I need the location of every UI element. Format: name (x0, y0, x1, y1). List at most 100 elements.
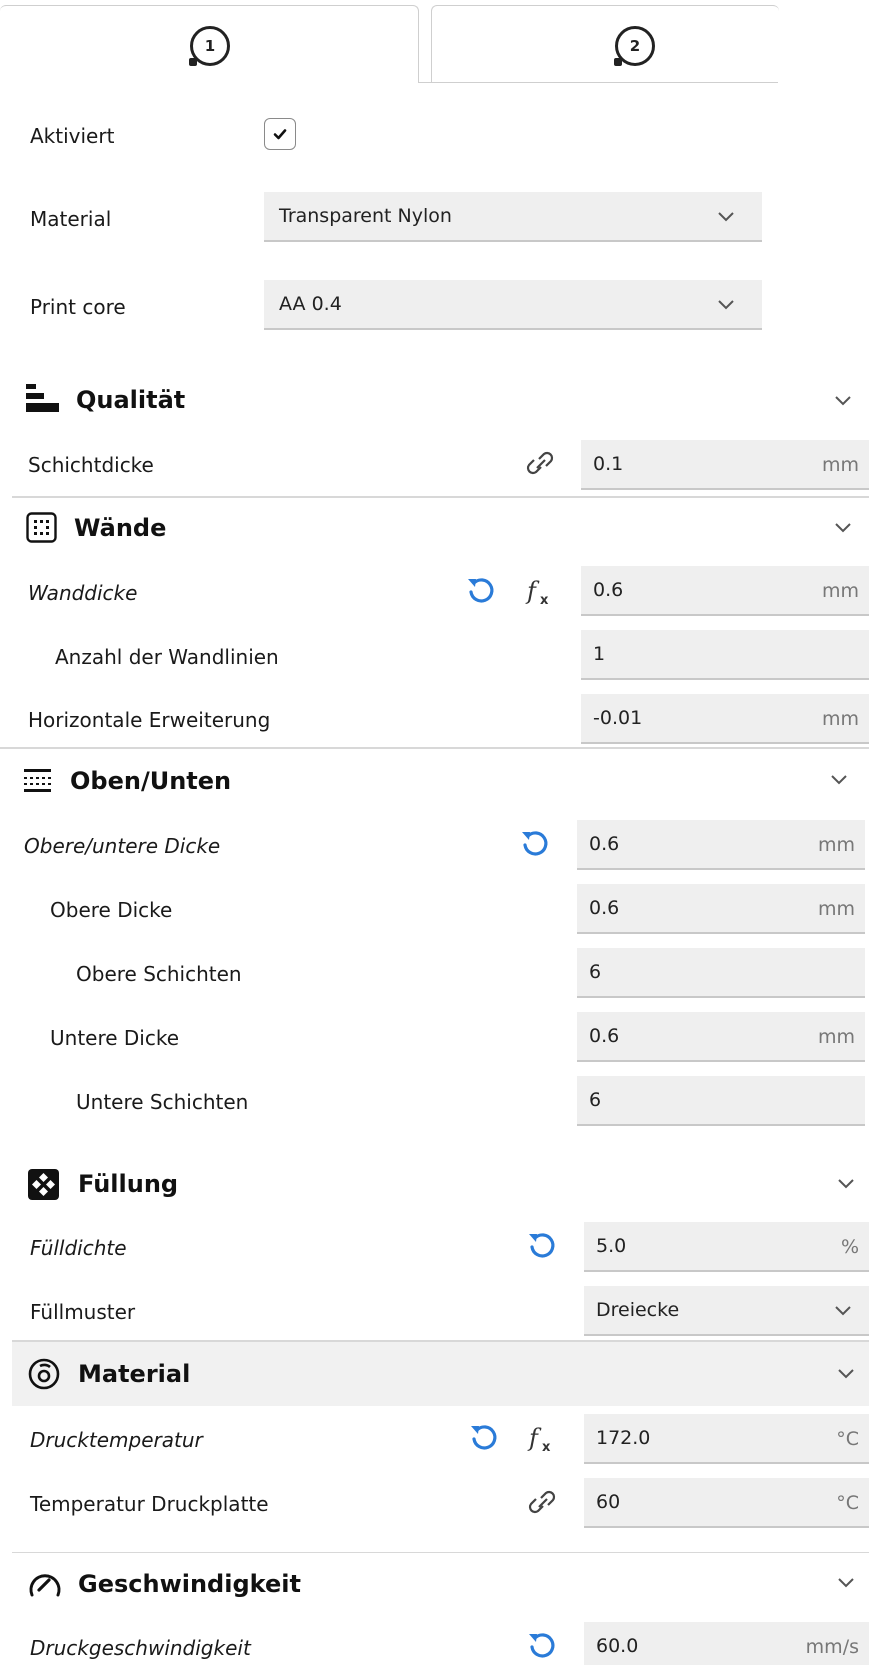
print-temp-unit: °C (836, 1428, 859, 1450)
bed-temp-value: 60 (596, 1491, 621, 1513)
speed-gauge-icon (29, 1574, 61, 1597)
bottom-thickness-unit: mm (817, 1026, 855, 1048)
top-layers-value: 6 (589, 961, 602, 983)
chevron-down-icon[interactable] (833, 1360, 859, 1386)
section-title-infill: Füllung (78, 1170, 179, 1198)
tab-extruder-2-number: 2 (629, 37, 641, 55)
top-thickness-unit: mm (817, 898, 855, 920)
print-speed-unit: mm/s (805, 1636, 859, 1658)
section-title-topbottom: Oben/Unten (70, 767, 232, 795)
horizontal-expansion-unit: mm (821, 708, 859, 730)
infill-pattern-label: Füllmuster (30, 1300, 136, 1324)
reset-icon[interactable] (525, 1230, 559, 1264)
infill-icon (28, 1169, 59, 1200)
bottom-thickness-value: 0.6 (589, 1025, 620, 1047)
print-core-select-value: AA 0.4 (279, 293, 342, 315)
walls-icon (26, 512, 57, 543)
reset-icon[interactable] (525, 1630, 559, 1664)
extruder-1-badge: 1 (189, 26, 230, 66)
reset-icon[interactable] (518, 828, 552, 862)
svg-text:x: x (542, 1440, 551, 1455)
reset-icon[interactable] (467, 1422, 501, 1456)
print-core-select[interactable]: AA 0.4 (264, 280, 762, 330)
chevron-down-icon (835, 1306, 851, 1316)
bottom-thickness-label: Untere Dicke (50, 1026, 180, 1050)
layer-height-value: 0.1 (593, 453, 624, 475)
enabled-checkbox[interactable] (264, 118, 296, 150)
layer-height-unit: mm (821, 454, 859, 476)
section-title-material: Material (78, 1360, 191, 1388)
print-temp-field[interactable]: 172.0 °C (584, 1414, 869, 1464)
topbottom-thickness-field[interactable]: 0.6 mm (577, 820, 865, 870)
section-header-material[interactable]: Material (12, 1342, 869, 1406)
bed-temp-field[interactable]: 60 °C (584, 1478, 869, 1528)
link-icon[interactable] (524, 447, 558, 481)
wall-line-count-label: Anzahl der Wandlinien (55, 645, 279, 669)
bed-temp-label: Temperatur Druckplatte (30, 1492, 269, 1516)
chevron-down-icon[interactable] (830, 387, 856, 413)
reset-icon[interactable] (464, 575, 498, 609)
wall-thickness-unit: mm (821, 580, 859, 602)
print-temp-value: 172.0 (596, 1427, 651, 1449)
function-icon[interactable]: f x (526, 1422, 560, 1456)
print-speed-label: Druckgeschwindigkeit (30, 1636, 251, 1660)
print-speed-field[interactable]: 60.0 mm/s (584, 1622, 869, 1665)
print-core-label: Print core (30, 295, 126, 319)
print-temp-label: Drucktemperatur (30, 1428, 203, 1452)
tab-extruder-1-number: 1 (204, 37, 216, 55)
infill-pattern-value: Dreiecke (596, 1299, 680, 1321)
chevron-down-icon[interactable] (826, 766, 852, 792)
section-divider (12, 496, 869, 498)
svg-text:f: f (527, 1424, 542, 1452)
infill-density-label: Fülldichte (30, 1236, 127, 1260)
bottom-layers-label: Untere Schichten (76, 1090, 249, 1114)
chevron-down-icon (718, 300, 734, 310)
section-divider (0, 747, 869, 749)
material-icon (28, 1358, 60, 1390)
enabled-label: Aktiviert (30, 124, 115, 148)
tab-extruder-1[interactable]: 1 (0, 5, 419, 83)
chevron-down-icon[interactable] (833, 1170, 859, 1196)
horizontal-expansion-field[interactable]: -0.01 mm (581, 694, 869, 744)
chevron-down-icon (718, 212, 734, 222)
material-label: Material (30, 207, 112, 231)
infill-density-field[interactable]: 5.0 % (584, 1222, 869, 1272)
horizontal-expansion-value: -0.01 (593, 707, 643, 729)
tab-extruder-2[interactable]: 2 (431, 5, 779, 83)
bed-temp-unit: °C (836, 1492, 859, 1514)
top-layers-field[interactable]: 6 (577, 948, 865, 998)
layer-height-field[interactable]: 0.1 mm (581, 440, 869, 490)
section-title-quality: Qualität (76, 386, 186, 414)
section-divider (12, 1340, 869, 1342)
link-icon[interactable] (526, 1486, 560, 1520)
function-icon[interactable]: f x (524, 575, 558, 609)
chevron-down-icon[interactable] (830, 514, 856, 540)
svg-text:f: f (525, 577, 540, 605)
chevron-down-icon[interactable] (833, 1569, 859, 1595)
topbottom-thickness-value: 0.6 (589, 833, 620, 855)
top-thickness-field[interactable]: 0.6 mm (577, 884, 865, 934)
bottom-layers-value: 6 (589, 1089, 602, 1111)
infill-density-value: 5.0 (596, 1235, 627, 1257)
material-select-value: Transparent Nylon (279, 205, 452, 227)
section-title-walls: Wände (74, 514, 167, 542)
topbottom-thickness-label: Obere/untere Dicke (24, 834, 221, 858)
section-divider (12, 1552, 869, 1553)
wall-line-count-field[interactable]: 1 (581, 630, 869, 680)
tabs-baseline (418, 82, 778, 83)
print-speed-value: 60.0 (596, 1635, 639, 1657)
wall-thickness-value: 0.6 (593, 579, 624, 601)
infill-density-unit: % (840, 1236, 859, 1258)
top-thickness-label: Obere Dicke (50, 898, 173, 922)
top-layers-label: Obere Schichten (76, 962, 242, 986)
infill-pattern-select[interactable]: Dreiecke (584, 1286, 869, 1336)
topbottom-thickness-unit: mm (817, 834, 855, 856)
check-icon (273, 129, 287, 140)
bottom-layers-field[interactable]: 6 (577, 1076, 865, 1126)
wall-thickness-field[interactable]: 0.6 mm (581, 566, 869, 616)
wall-thickness-label: Wanddicke (28, 581, 138, 605)
extruder-2-badge: 2 (614, 26, 655, 66)
bottom-thickness-field[interactable]: 0.6 mm (577, 1012, 865, 1062)
quality-icon (26, 384, 59, 412)
material-select[interactable]: Transparent Nylon (264, 192, 762, 242)
